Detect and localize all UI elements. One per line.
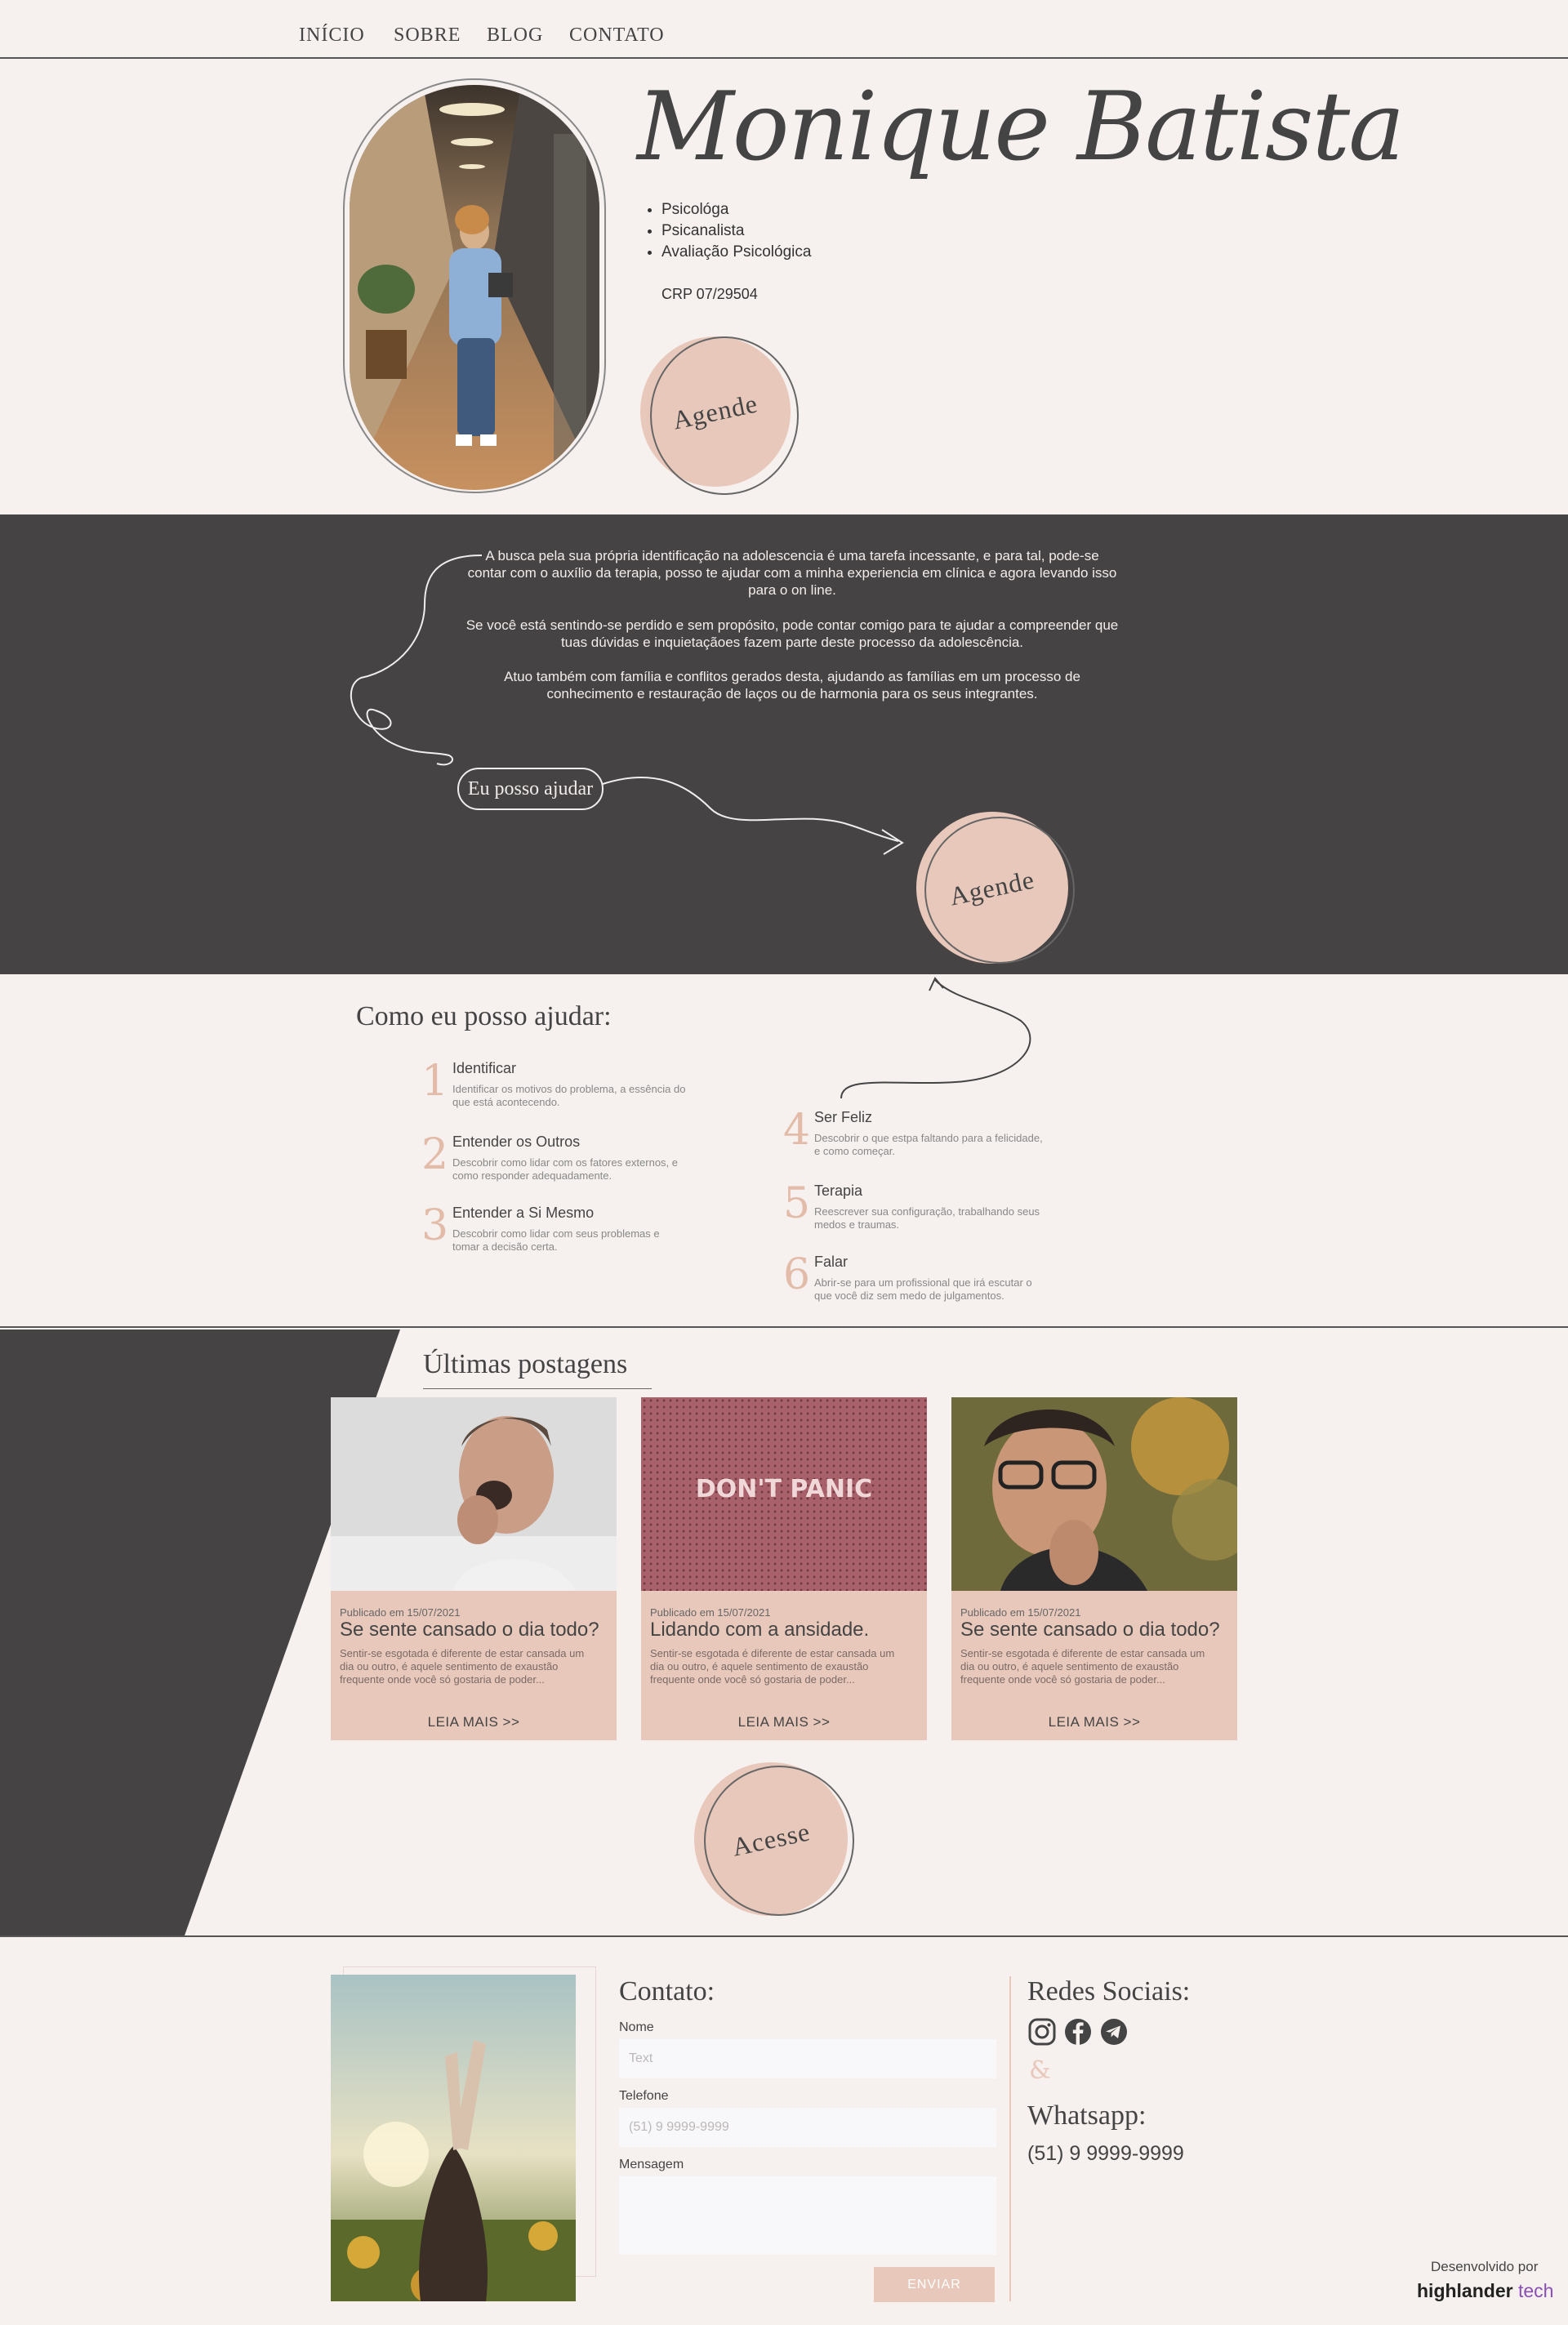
message-textarea[interactable] bbox=[619, 2176, 996, 2255]
decorative-curve-line bbox=[350, 555, 904, 855]
crp-number: CRP 07/29504 bbox=[662, 286, 758, 302]
step-number: 1 bbox=[421, 1057, 449, 1106]
blog-post-card-1[interactable]: Publicado em 15/07/2021 Se sente cansado… bbox=[331, 1397, 617, 1740]
post-excerpt: Sentir-se esgotada é diferente de estar … bbox=[960, 1647, 1205, 1686]
name-input[interactable] bbox=[619, 2039, 996, 2078]
nav-blog[interactable]: BLOG bbox=[487, 24, 543, 47]
help-step-5: 5 Terapia Reescrever sua configuração, t… bbox=[783, 1179, 1045, 1232]
post-date: Publicado em 15/07/2021 bbox=[340, 1606, 461, 1619]
step-title: Entender os Outros bbox=[452, 1134, 581, 1150]
blog-section-title: Últimas postagens bbox=[423, 1349, 628, 1379]
help-pill-label: Eu posso ajudar bbox=[457, 768, 604, 810]
step-description: Abrir-se para um profissional que irá es… bbox=[814, 1276, 1032, 1302]
brand-name-a: highlander bbox=[1417, 2280, 1513, 2301]
role-item: Psicológa bbox=[662, 199, 811, 220]
name-label: Nome bbox=[619, 2020, 654, 2034]
step-number: 6 bbox=[783, 1250, 811, 1299]
step-number: 4 bbox=[783, 1106, 811, 1155]
post-excerpt: Sentir-se esgotada é diferente de estar … bbox=[650, 1647, 895, 1686]
facebook-icon[interactable] bbox=[1063, 2017, 1093, 2047]
send-button[interactable]: ENVIAR bbox=[874, 2267, 995, 2302]
instagram-icon[interactable] bbox=[1027, 2017, 1057, 2047]
step-title: Identificar bbox=[452, 1060, 517, 1076]
post-date: Publicado em 15/07/2021 bbox=[960, 1606, 1081, 1619]
phone-input[interactable] bbox=[619, 2108, 996, 2147]
top-nav: INÍCIO SOBRE BLOG CONTATO bbox=[0, 0, 1568, 59]
role-item: Psicanalista bbox=[662, 220, 811, 242]
hero-name: Monique Batista bbox=[637, 72, 1405, 182]
section-divider bbox=[0, 1935, 1568, 1937]
contact-photo bbox=[331, 1975, 576, 2301]
step-description: Reescrever sua configuração, trabalhando… bbox=[814, 1205, 1040, 1231]
post-date: Publicado em 15/07/2021 bbox=[650, 1606, 771, 1619]
post-title: Se sente cansado o dia todo? bbox=[340, 1619, 599, 1641]
help-step-6: 6 Falar Abrir-se para um profissional qu… bbox=[783, 1250, 1045, 1303]
read-more-link[interactable]: LEIA MAIS >> bbox=[331, 1714, 617, 1730]
step-description: Identificar os motivos do problema, a es… bbox=[452, 1083, 686, 1108]
help-step-4: 4 Ser Feliz Descobrir o que estpa faltan… bbox=[783, 1106, 1045, 1158]
contact-title: Contato: bbox=[619, 1976, 715, 2007]
title-underline bbox=[423, 1388, 652, 1389]
vertical-divider bbox=[1009, 1976, 1011, 2301]
post-excerpt: Sentir-se esgotada é diferente de estar … bbox=[340, 1647, 585, 1686]
post-image: DON'T PANIC bbox=[641, 1397, 927, 1591]
step-description: Descobrir como lidar com os fatores exte… bbox=[452, 1156, 678, 1182]
phone-label: Telefone bbox=[619, 2089, 669, 2103]
step-title: Ser Feliz bbox=[814, 1109, 873, 1125]
decorative-curve-line bbox=[840, 977, 1031, 1099]
read-more-link[interactable]: LEIA MAIS >> bbox=[951, 1714, 1237, 1730]
step-number: 2 bbox=[421, 1130, 449, 1179]
nav-inicio[interactable]: INÍCIO bbox=[299, 24, 365, 47]
nav-contato[interactable]: CONTATO bbox=[569, 24, 665, 47]
agende-ring-outline bbox=[650, 336, 799, 495]
credits-label: Desenvolvido por bbox=[1431, 2259, 1539, 2274]
step-title: Terapia bbox=[814, 1183, 863, 1199]
help-step-2: 2 Entender os Outros Descobrir como lida… bbox=[421, 1130, 683, 1183]
message-label: Mensagem bbox=[619, 2158, 684, 2171]
social-title: Redes Sociais: bbox=[1027, 1976, 1191, 2007]
step-number: 3 bbox=[421, 1201, 449, 1250]
ampersand-decoration: & bbox=[1029, 2056, 1051, 2085]
post-title: Lidando com a ansidade. bbox=[650, 1619, 870, 1641]
blog-post-card-2[interactable]: DON'T PANIC Publicado em 15/07/2021 Lida… bbox=[641, 1397, 927, 1740]
step-number: 5 bbox=[783, 1179, 811, 1228]
post-image-text: DON'T PANIC bbox=[696, 1475, 872, 1503]
step-description: Descobrir como lidar com seus problemas … bbox=[452, 1227, 660, 1253]
role-item: Avaliação Psicológica bbox=[662, 242, 811, 263]
photo-frame-outline bbox=[343, 78, 606, 493]
blog-post-card-3[interactable]: Publicado em 15/07/2021 Se sente cansado… bbox=[951, 1397, 1237, 1740]
how-section-title: Como eu posso ajudar: bbox=[356, 1001, 612, 1031]
brand-name-b: tech bbox=[1517, 2280, 1554, 2301]
post-image bbox=[951, 1397, 1237, 1591]
help-step-3: 3 Entender a Si Mesmo Descobrir como lid… bbox=[421, 1201, 683, 1254]
post-image bbox=[331, 1397, 617, 1591]
post-title: Se sente cansado o dia todo? bbox=[960, 1619, 1220, 1641]
step-description: Descobrir o que estpa faltando para a fe… bbox=[814, 1132, 1043, 1157]
telegram-icon[interactable] bbox=[1099, 2017, 1129, 2047]
step-title: Falar bbox=[814, 1254, 849, 1270]
whatsapp-number: (51) 9 9999-9999 bbox=[1027, 2142, 1184, 2165]
whatsapp-title: Whatsapp: bbox=[1027, 2100, 1147, 2131]
acesse-ring-outline bbox=[704, 1766, 854, 1916]
nav-sobre[interactable]: SOBRE bbox=[394, 24, 461, 47]
step-title: Entender a Si Mesmo bbox=[452, 1205, 595, 1221]
help-step-1: 1 Identificar Identificar os motivos do … bbox=[421, 1057, 685, 1109]
highlander-logo[interactable]: highlander tech bbox=[1417, 2280, 1553, 2302]
read-more-link[interactable]: LEIA MAIS >> bbox=[641, 1714, 927, 1730]
section-divider bbox=[0, 1326, 1568, 1328]
roles-list: Psicológa Psicanalista Avaliação Psicoló… bbox=[645, 199, 811, 263]
agende-ring-outline bbox=[924, 817, 1075, 964]
